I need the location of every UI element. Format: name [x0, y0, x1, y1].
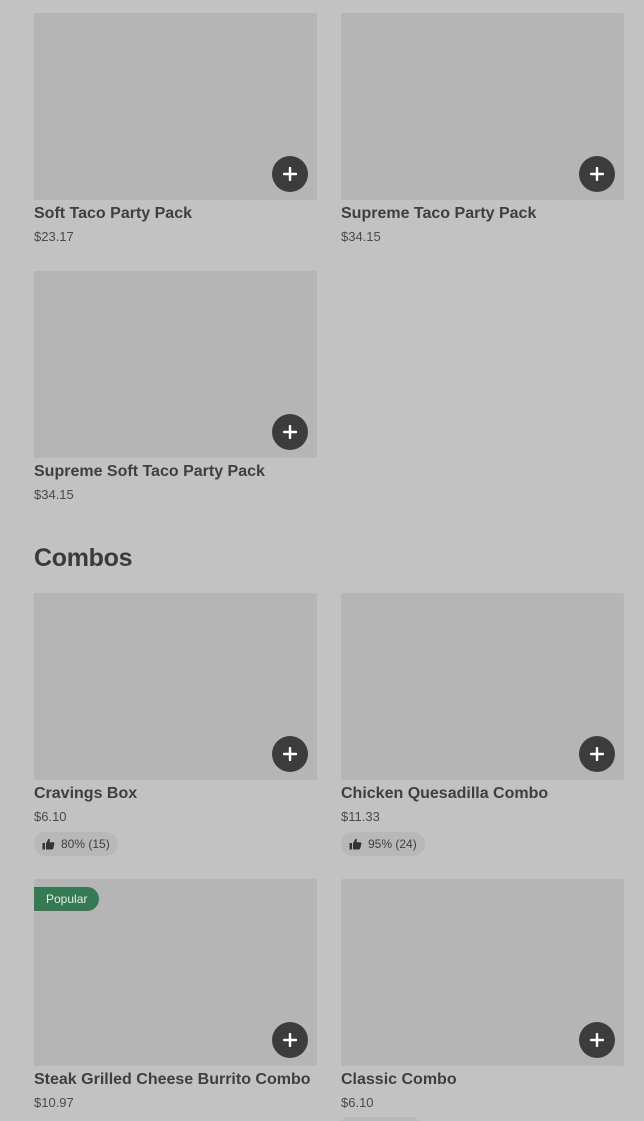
plus-icon: [283, 747, 297, 761]
item-price: $34.15: [341, 229, 381, 244]
add-item-button[interactable]: [272, 1022, 308, 1058]
menu-item-card[interactable]: Supreme Soft Taco Party Pack $34.15: [34, 271, 317, 502]
item-price: $11.33: [341, 809, 380, 824]
add-item-button[interactable]: [579, 736, 615, 772]
thumbs-up-icon: [349, 838, 362, 850]
item-name[interactable]: Supreme Soft Taco Party Pack: [34, 463, 317, 481]
item-image[interactable]: [341, 593, 624, 780]
item-price: $23.17: [34, 229, 74, 244]
plus-icon: [590, 167, 604, 181]
section-title-combos: Combos: [34, 544, 133, 572]
rating-pill: 80% (15): [34, 832, 118, 856]
item-image[interactable]: [34, 271, 317, 458]
item-price: $34.15: [34, 487, 74, 502]
item-image[interactable]: [341, 13, 624, 200]
item-price: $6.10: [341, 1095, 374, 1110]
plus-icon: [283, 1033, 297, 1047]
item-name[interactable]: Soft Taco Party Pack: [34, 205, 317, 223]
menu-item-card[interactable]: Popular Steak Grilled Cheese Burrito Com…: [34, 879, 317, 1110]
item-name[interactable]: Cravings Box: [34, 785, 317, 803]
rating-pill: [341, 1117, 419, 1121]
item-image[interactable]: [341, 879, 624, 1066]
add-item-button[interactable]: [272, 156, 308, 192]
add-item-button[interactable]: [272, 736, 308, 772]
item-image[interactable]: Popular: [34, 879, 317, 1066]
plus-icon: [590, 747, 604, 761]
rating-pill: 95% (24): [341, 832, 425, 856]
item-price: $10.97: [34, 1095, 74, 1110]
thumbs-up-icon: [42, 838, 55, 850]
menu-item-card[interactable]: Classic Combo $6.10: [341, 879, 624, 1110]
add-item-button[interactable]: [579, 156, 615, 192]
popular-badge: Popular: [34, 887, 100, 911]
item-image[interactable]: [34, 593, 317, 780]
plus-icon: [283, 425, 297, 439]
menu-page: Soft Taco Party Pack $23.17 Supreme Taco…: [0, 0, 644, 1121]
rating-text: 80% (15): [61, 837, 110, 851]
menu-item-card[interactable]: Soft Taco Party Pack $23.17: [34, 13, 317, 244]
add-item-button[interactable]: [272, 414, 308, 450]
item-name[interactable]: Chicken Quesadilla Combo: [341, 785, 624, 803]
menu-item-card[interactable]: Cravings Box $6.10 80% (15): [34, 593, 317, 856]
item-name[interactable]: Steak Grilled Cheese Burrito Combo: [34, 1071, 317, 1089]
item-name[interactable]: Classic Combo: [341, 1071, 624, 1089]
item-image[interactable]: [34, 13, 317, 200]
menu-item-card[interactable]: Supreme Taco Party Pack $34.15: [341, 13, 624, 244]
add-item-button[interactable]: [579, 1022, 615, 1058]
plus-icon: [283, 167, 297, 181]
plus-icon: [590, 1033, 604, 1047]
item-price: $6.10: [34, 809, 67, 824]
item-name[interactable]: Supreme Taco Party Pack: [341, 205, 624, 223]
rating-text: 95% (24): [368, 837, 417, 851]
menu-item-card[interactable]: Chicken Quesadilla Combo $11.33 95% (24): [341, 593, 624, 856]
